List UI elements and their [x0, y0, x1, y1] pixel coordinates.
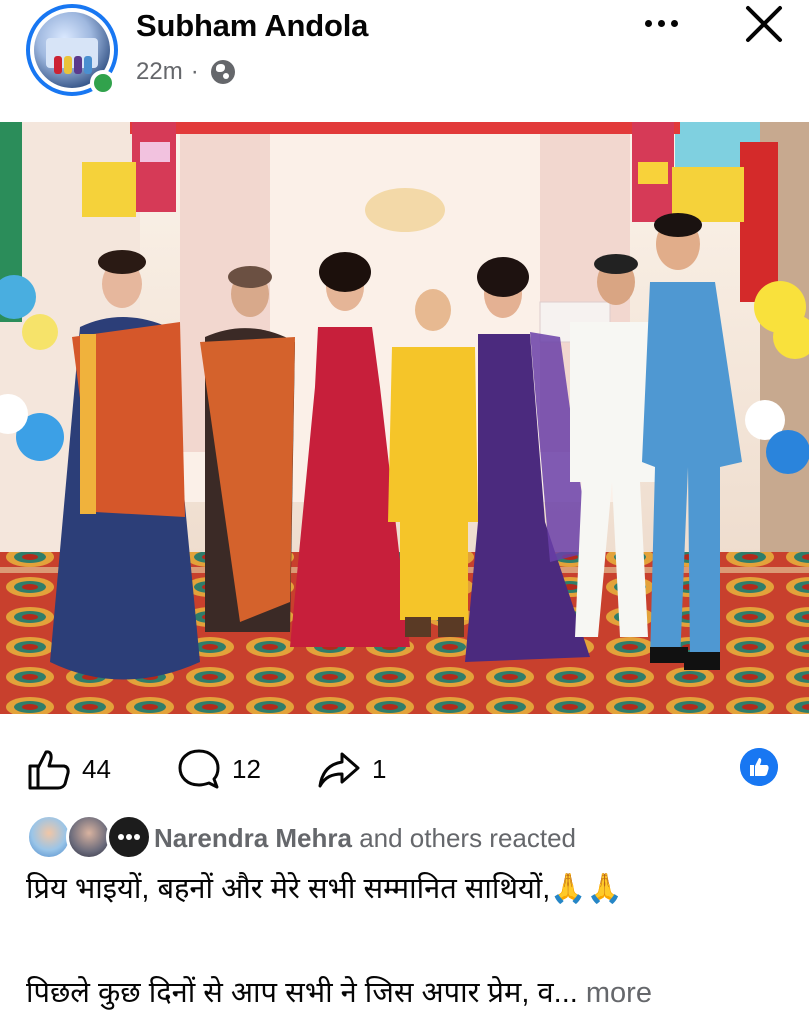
close-icon[interactable] [740, 0, 788, 48]
like-reaction-icon [740, 748, 778, 786]
more-reactors-icon [118, 834, 140, 840]
reactor-name[interactable]: Narendra Mehra [154, 823, 352, 853]
comment-count: 12 [232, 753, 261, 784]
online-status-dot [90, 70, 116, 96]
share-icon [318, 752, 360, 788]
author-name[interactable]: Subham Andola [136, 8, 368, 44]
dot-icon [657, 19, 665, 27]
like-count: 44 [82, 753, 111, 784]
reactions-text: Narendra Mehra and others reacted [154, 823, 576, 854]
caption-line-1: प्रिय भाइयों, बहनों और मेरे सभी सम्मानित… [26, 868, 623, 907]
reactions-suffix: and others reacted [359, 823, 577, 853]
post-header: Subham Andola 22m · [0, 0, 809, 122]
post-photo[interactable] [0, 122, 809, 714]
comment-button[interactable]: 12 [176, 746, 261, 792]
reactor-avatar [106, 814, 152, 860]
post-meta: 22m · [136, 58, 235, 86]
comment-icon [178, 749, 220, 789]
meta-separator: · [190, 58, 199, 85]
author-avatar[interactable] [26, 4, 118, 96]
dot-icon [670, 19, 678, 27]
praying-hands-emoji: 🙏🙏 [550, 873, 623, 905]
caption-text: प्रिय भाइयों, बहनों और मेरे सभी सम्मानित… [26, 873, 551, 905]
share-count: 1 [372, 753, 387, 784]
caption-line-2: पिछले कुछ दिनों से आप सभी ने जिस अपार प्… [26, 972, 652, 1011]
post-time[interactable]: 22m [136, 58, 183, 86]
globe-icon [210, 60, 235, 84]
post-actions: 44 12 1 [0, 738, 809, 798]
see-more-link[interactable]: more [586, 977, 652, 1009]
more-options-button[interactable] [634, 8, 688, 38]
share-button[interactable]: 1 [316, 746, 386, 792]
like-button[interactable]: 44 [26, 746, 111, 792]
reactions-summary[interactable]: Narendra Mehra and others reacted [26, 814, 806, 862]
thumbs-up-icon [28, 750, 70, 790]
caption-text: पिछले कुछ दिनों से आप सभी ने जिस अपार प्… [26, 977, 578, 1009]
dot-icon [644, 19, 652, 27]
